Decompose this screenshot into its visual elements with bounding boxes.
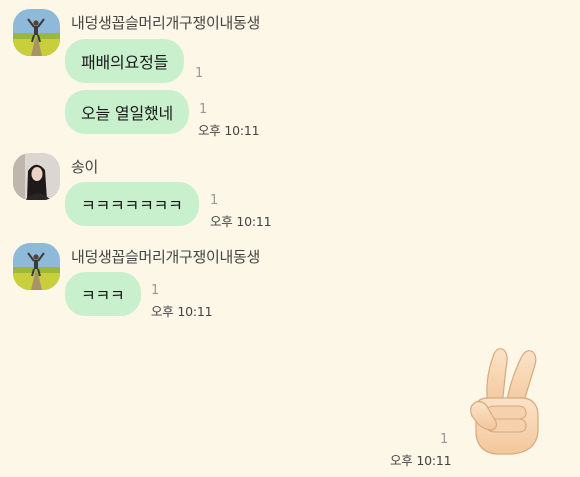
- sender-name: 내덩생꼽슬머리개구쟁이내동생: [71, 248, 261, 266]
- unread-count: 1: [151, 283, 160, 298]
- sender-name: 내덩생꼽슬머리개구쟁이내동생: [71, 14, 261, 32]
- sender-name: 송이: [71, 158, 99, 176]
- victory-hand-emoji[interactable]: [466, 346, 544, 458]
- message-bubble[interactable]: ㅋㅋㅋ: [65, 272, 141, 316]
- message-time: 오후 10:11: [151, 304, 213, 319]
- sender-avatar[interactable]: [13, 243, 60, 290]
- message-time: 오후 10:11: [210, 214, 272, 229]
- sender-avatar[interactable]: [13, 153, 60, 200]
- message-bubble[interactable]: 패배의요정들: [65, 39, 185, 83]
- unread-count: 1: [195, 66, 204, 81]
- unread-count: 1: [199, 102, 208, 117]
- message-time: 오후 10:11: [198, 123, 260, 138]
- sender-avatar[interactable]: [13, 9, 60, 56]
- unread-count: 1: [210, 193, 219, 208]
- message-time: 오후 10:11: [390, 453, 452, 468]
- message-bubble[interactable]: ㅋㅋㅋㅋㅋㅋㅋ: [65, 182, 199, 226]
- message-bubble[interactable]: 오늘 열일했네: [65, 90, 190, 134]
- unread-count: 1: [440, 432, 449, 447]
